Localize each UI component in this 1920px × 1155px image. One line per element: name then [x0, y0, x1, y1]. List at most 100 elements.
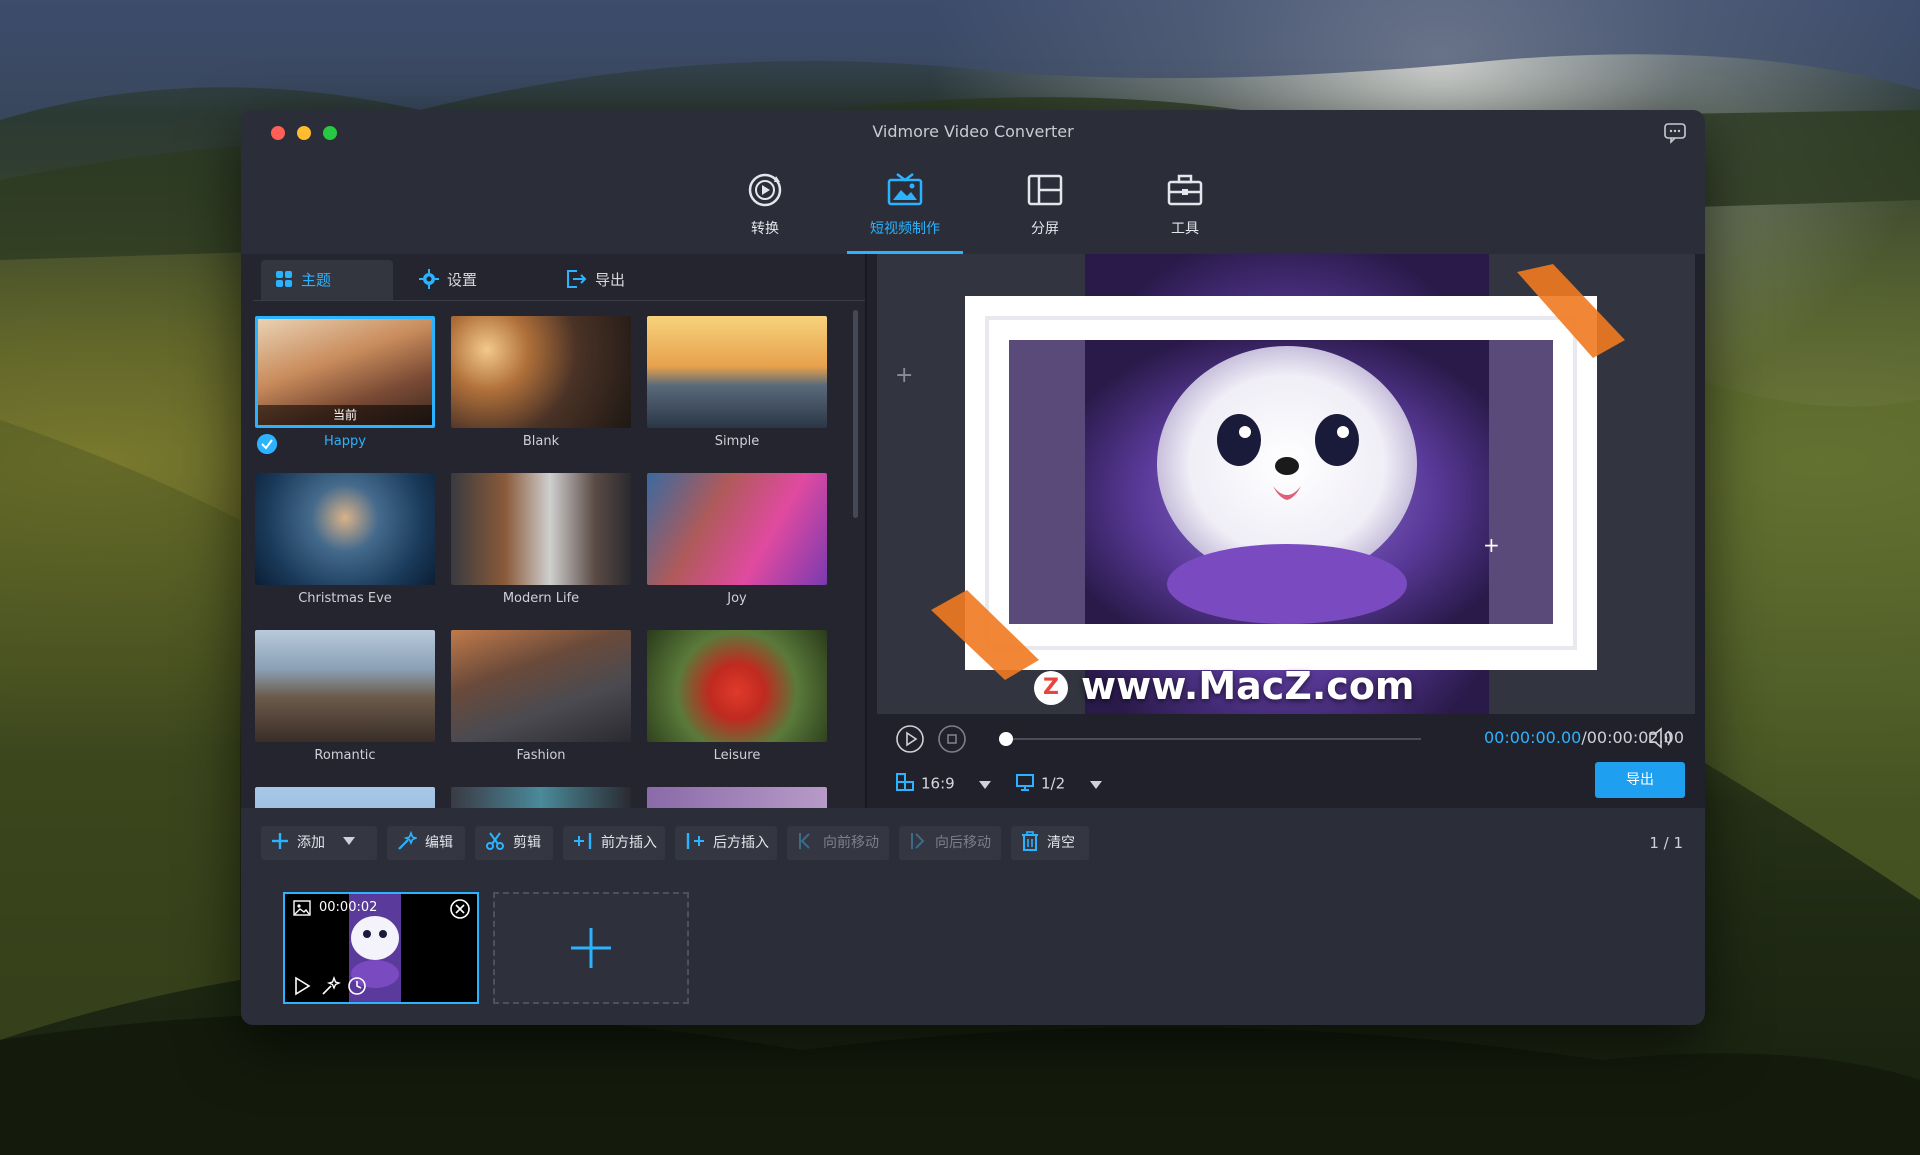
player-controls: 00:00:00.00/00:00:02.00 16:9 1/2 导出	[877, 714, 1705, 808]
tab-mv[interactable]: 短视频制作	[835, 160, 975, 254]
export-icon	[567, 269, 587, 288]
timeline-knob[interactable]	[999, 732, 1013, 746]
theme-joy[interactable]: Joy	[647, 473, 827, 623]
edit-label: 编辑	[425, 835, 453, 851]
theme-partial[interactable]	[451, 787, 631, 808]
collage-icon	[1027, 174, 1063, 206]
move-forward-button[interactable]: 向前移动	[787, 826, 889, 860]
tab-convert-label: 转换	[751, 221, 779, 237]
theme-fashion[interactable]: Fashion	[451, 630, 631, 780]
image-icon	[293, 900, 311, 916]
clip-pager: 1 / 1	[1649, 834, 1683, 852]
theme-thumbnail	[255, 630, 435, 742]
plus-icon	[272, 833, 288, 849]
theme-modern-life[interactable]: Modern Life	[451, 473, 631, 623]
clear-label: 清空	[1047, 835, 1075, 851]
trash-icon	[1022, 831, 1038, 851]
clip-toolbar: 添加 编辑 剪辑 前方插入 后方插入 向前移动 向后移动 清空 1 / 1	[241, 808, 1705, 870]
subtab-settings[interactable]: 设置	[405, 260, 537, 300]
tab-mv-label: 短视频制作	[870, 221, 940, 237]
theme-christmas-eve[interactable]: Christmas Eve	[255, 473, 435, 623]
insert-after-label: 后方插入	[713, 835, 769, 851]
theme-simple[interactable]: Simple	[647, 316, 827, 466]
tab-divider	[253, 300, 865, 301]
clear-button[interactable]: 清空	[1011, 826, 1089, 860]
clock-icon[interactable]	[347, 976, 367, 996]
theme-romantic[interactable]: Romantic	[255, 630, 435, 780]
effect-icon[interactable]	[321, 976, 341, 996]
theme-thumbnail: 当前	[255, 316, 435, 428]
theme-leisure[interactable]: Leisure	[647, 630, 827, 780]
insert-before-button[interactable]: 前方插入	[563, 826, 665, 860]
trim-label: 剪辑	[513, 835, 541, 851]
convert-icon	[748, 173, 782, 207]
chevron-down-icon	[1089, 780, 1102, 789]
preview-frame: + +	[877, 254, 1695, 714]
theme-thumbnail	[255, 473, 435, 585]
feedback-icon[interactable]	[1663, 122, 1687, 144]
tab-collage-label: 分屏	[1031, 221, 1059, 237]
timeline-track[interactable]	[1001, 738, 1421, 740]
current-time: 00:00:00.00	[1484, 728, 1582, 747]
theme-thumbnail	[647, 787, 827, 808]
tab-toolbox-label: 工具	[1171, 221, 1199, 237]
theme-partial[interactable]	[647, 787, 827, 808]
remove-clip-icon[interactable]	[449, 898, 471, 920]
title-bar: Vidmore Video Converter	[241, 110, 1705, 154]
tab-toolbox[interactable]: 工具	[1115, 160, 1255, 254]
theme-label: Leisure	[713, 748, 761, 763]
theme-grid: 当前 Happy Blank Simple Christmas Eve Mode…	[255, 316, 845, 808]
export-button[interactable]: 导出	[1595, 762, 1685, 798]
subtab-export[interactable]: 导出	[551, 260, 683, 300]
current-badge: 当前	[258, 405, 432, 425]
theme-blank[interactable]: Blank	[451, 316, 631, 466]
svg-text:+: +	[1483, 533, 1500, 557]
edit-button[interactable]: 编辑	[387, 826, 465, 860]
theme-panel: 主题 设置 导出 当前 Happy Blank Simple Christmas…	[241, 254, 865, 808]
theme-partial[interactable]	[255, 787, 435, 808]
panel-divider	[865, 254, 867, 808]
workspace: 主题 设置 导出 当前 Happy Blank Simple Christmas…	[241, 254, 1705, 808]
tab-collage[interactable]: 分屏	[975, 160, 1115, 254]
move-forward-icon	[799, 833, 810, 849]
plus-icon	[571, 928, 611, 968]
scissors-icon	[486, 832, 504, 850]
panel-tabs: 主题 设置 导出	[261, 260, 861, 300]
theme-label: Joy	[727, 591, 747, 606]
tab-convert[interactable]: 转换	[695, 160, 835, 254]
play-clip-icon[interactable]	[293, 976, 311, 996]
theme-thumbnail	[451, 316, 631, 428]
add-clip-button[interactable]	[493, 892, 689, 1004]
add-button[interactable]: 添加	[261, 826, 377, 860]
chevron-down-icon	[343, 837, 356, 845]
theme-thumbnail	[451, 630, 631, 742]
theme-thumbnail	[647, 473, 827, 585]
stop-button[interactable]	[937, 724, 967, 754]
clip-strip: 00:00:02	[241, 870, 1705, 1025]
theme-thumbnail	[647, 316, 827, 428]
aspect-ratio-select[interactable]: 16:9	[895, 773, 992, 794]
subtab-theme[interactable]: 主题	[261, 260, 393, 300]
toolbox-icon	[1167, 174, 1203, 206]
aspect-ratio-icon	[896, 773, 914, 791]
play-button[interactable]	[895, 724, 925, 754]
clip-item[interactable]: 00:00:02	[283, 892, 479, 1004]
subtab-export-label: 导出	[595, 271, 626, 289]
page-value: 1/2	[1041, 774, 1066, 793]
trim-button[interactable]: 剪辑	[475, 826, 553, 860]
theme-label: Romantic	[314, 748, 376, 763]
move-backward-button[interactable]: 向后移动	[899, 826, 1001, 860]
theme-thumbnail	[255, 787, 435, 808]
theme-label: Christmas Eve	[298, 591, 392, 606]
add-label: 添加	[297, 835, 325, 851]
monitor-icon	[1016, 774, 1034, 791]
insert-after-button[interactable]: 后方插入	[675, 826, 777, 860]
theme-happy[interactable]: 当前 Happy	[255, 316, 435, 466]
grid-icon	[276, 270, 292, 287]
page-select[interactable]: 1/2	[1015, 774, 1102, 794]
insert-after-icon	[686, 833, 704, 849]
theme-label: Happy	[324, 434, 366, 449]
theme-scrollbar[interactable]	[853, 310, 858, 518]
watermark: www.MacZ.com	[1081, 664, 1415, 708]
volume-icon[interactable]	[1647, 726, 1673, 750]
